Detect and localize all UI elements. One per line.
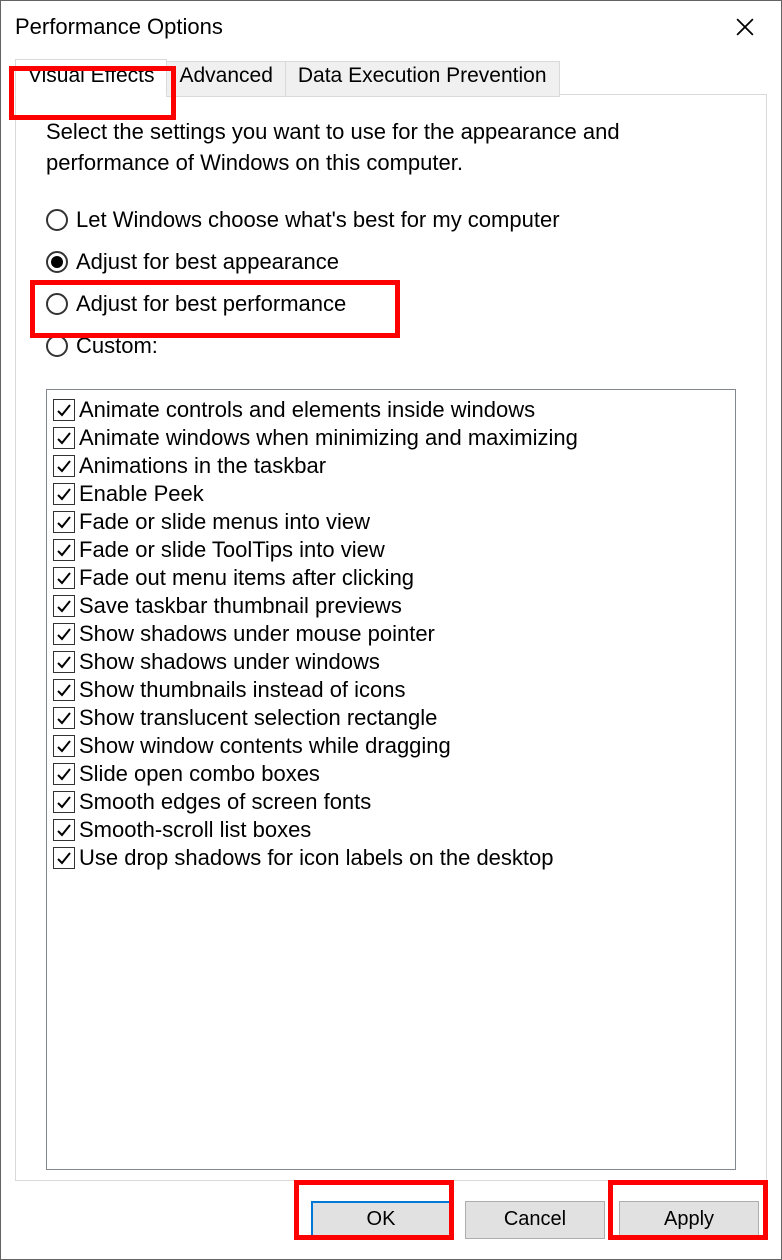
radio-icon (46, 209, 68, 231)
checkbox-icon (53, 819, 75, 841)
radio-label: Adjust for best appearance (76, 249, 339, 275)
checkbox-label: Show window contents while dragging (79, 733, 451, 759)
checkbox-row[interactable]: Animations in the taskbar (51, 452, 731, 480)
description-text: Select the settings you want to use for … (46, 117, 736, 179)
tab-visual-effects[interactable]: Visual Effects (15, 59, 167, 95)
checkbox-row[interactable]: Show shadows under windows (51, 648, 731, 676)
checkbox-icon (53, 623, 75, 645)
checkbox-icon (53, 455, 75, 477)
checkbox-label: Smooth-scroll list boxes (79, 817, 311, 843)
checkbox-row[interactable]: Show translucent selection rectangle (51, 704, 731, 732)
close-button[interactable] (723, 11, 767, 43)
tabstrip: Visual EffectsAdvancedData Execution Pre… (15, 59, 767, 95)
checkbox-icon (53, 679, 75, 701)
radio-label: Adjust for best performance (76, 291, 346, 317)
checkbox-label: Show translucent selection rectangle (79, 705, 437, 731)
titlebar: Performance Options (1, 1, 781, 49)
checkbox-row[interactable]: Enable Peek (51, 480, 731, 508)
close-icon (736, 18, 754, 36)
checkbox-icon (53, 511, 75, 533)
checkbox-row[interactable]: Show thumbnails instead of icons (51, 676, 731, 704)
tab-panel-visual-effects: Select the settings you want to use for … (15, 94, 767, 1181)
cancel-button[interactable]: Cancel (465, 1201, 605, 1239)
radio-group: Let Windows choose what's best for my co… (46, 207, 736, 375)
radio-option[interactable]: Adjust for best appearance (46, 249, 736, 275)
checkbox-icon (53, 763, 75, 785)
checkbox-label: Show shadows under mouse pointer (79, 621, 435, 647)
checkbox-icon (53, 791, 75, 813)
dialog-button-row: OK Cancel Apply (1, 1181, 781, 1259)
checkbox-icon (53, 651, 75, 673)
checkbox-label: Fade or slide ToolTips into view (79, 537, 385, 563)
checkbox-row[interactable]: Slide open combo boxes (51, 760, 731, 788)
effects-listbox[interactable]: Animate controls and elements inside win… (46, 389, 736, 1170)
checkbox-icon (53, 567, 75, 589)
apply-button[interactable]: Apply (619, 1201, 759, 1239)
checkbox-row[interactable]: Smooth-scroll list boxes (51, 816, 731, 844)
checkbox-label: Save taskbar thumbnail previews (79, 593, 402, 619)
checkbox-row[interactable]: Fade or slide ToolTips into view (51, 536, 731, 564)
checkbox-row[interactable]: Fade or slide menus into view (51, 508, 731, 536)
content-area: Visual EffectsAdvancedData Execution Pre… (1, 49, 781, 1181)
checkbox-icon (53, 707, 75, 729)
checkbox-icon (53, 847, 75, 869)
radio-label: Let Windows choose what's best for my co… (76, 207, 560, 233)
window-title: Performance Options (15, 14, 723, 40)
radio-option[interactable]: Custom: (46, 333, 736, 359)
checkbox-label: Animate controls and elements inside win… (79, 397, 535, 423)
radio-icon (46, 335, 68, 357)
checkbox-label: Show thumbnails instead of icons (79, 677, 406, 703)
radio-option[interactable]: Let Windows choose what's best for my co… (46, 207, 736, 233)
checkbox-label: Fade or slide menus into view (79, 509, 370, 535)
checkbox-row[interactable]: Animate controls and elements inside win… (51, 396, 731, 424)
checkbox-row[interactable]: Smooth edges of screen fonts (51, 788, 731, 816)
checkbox-label: Animations in the taskbar (79, 453, 326, 479)
checkbox-icon (53, 483, 75, 505)
checkbox-label: Use drop shadows for icon labels on the … (79, 845, 554, 871)
checkbox-row[interactable]: Fade out menu items after clicking (51, 564, 731, 592)
radio-option[interactable]: Adjust for best performance (46, 291, 736, 317)
checkbox-icon (53, 399, 75, 421)
checkbox-row[interactable]: Use drop shadows for icon labels on the … (51, 844, 731, 872)
checkbox-icon (53, 595, 75, 617)
ok-button[interactable]: OK (311, 1201, 451, 1239)
tab-advanced[interactable]: Advanced (166, 61, 285, 97)
checkbox-row[interactable]: Save taskbar thumbnail previews (51, 592, 731, 620)
checkbox-row[interactable]: Show window contents while dragging (51, 732, 731, 760)
radio-label: Custom: (76, 333, 158, 359)
checkbox-label: Slide open combo boxes (79, 761, 320, 787)
checkbox-row[interactable]: Show shadows under mouse pointer (51, 620, 731, 648)
checkbox-icon (53, 735, 75, 757)
tab-data-execution-prevention[interactable]: Data Execution Prevention (285, 61, 560, 97)
checkbox-icon (53, 539, 75, 561)
checkbox-label: Smooth edges of screen fonts (79, 789, 371, 815)
checkbox-label: Animate windows when minimizing and maxi… (79, 425, 578, 451)
checkbox-label: Fade out menu items after clicking (79, 565, 414, 591)
radio-icon (46, 251, 68, 273)
checkbox-label: Show shadows under windows (79, 649, 380, 675)
checkbox-icon (53, 427, 75, 449)
radio-icon (46, 293, 68, 315)
checkbox-row[interactable]: Animate windows when minimizing and maxi… (51, 424, 731, 452)
performance-options-dialog: Performance Options Visual EffectsAdvanc… (0, 0, 782, 1260)
checkbox-label: Enable Peek (79, 481, 204, 507)
